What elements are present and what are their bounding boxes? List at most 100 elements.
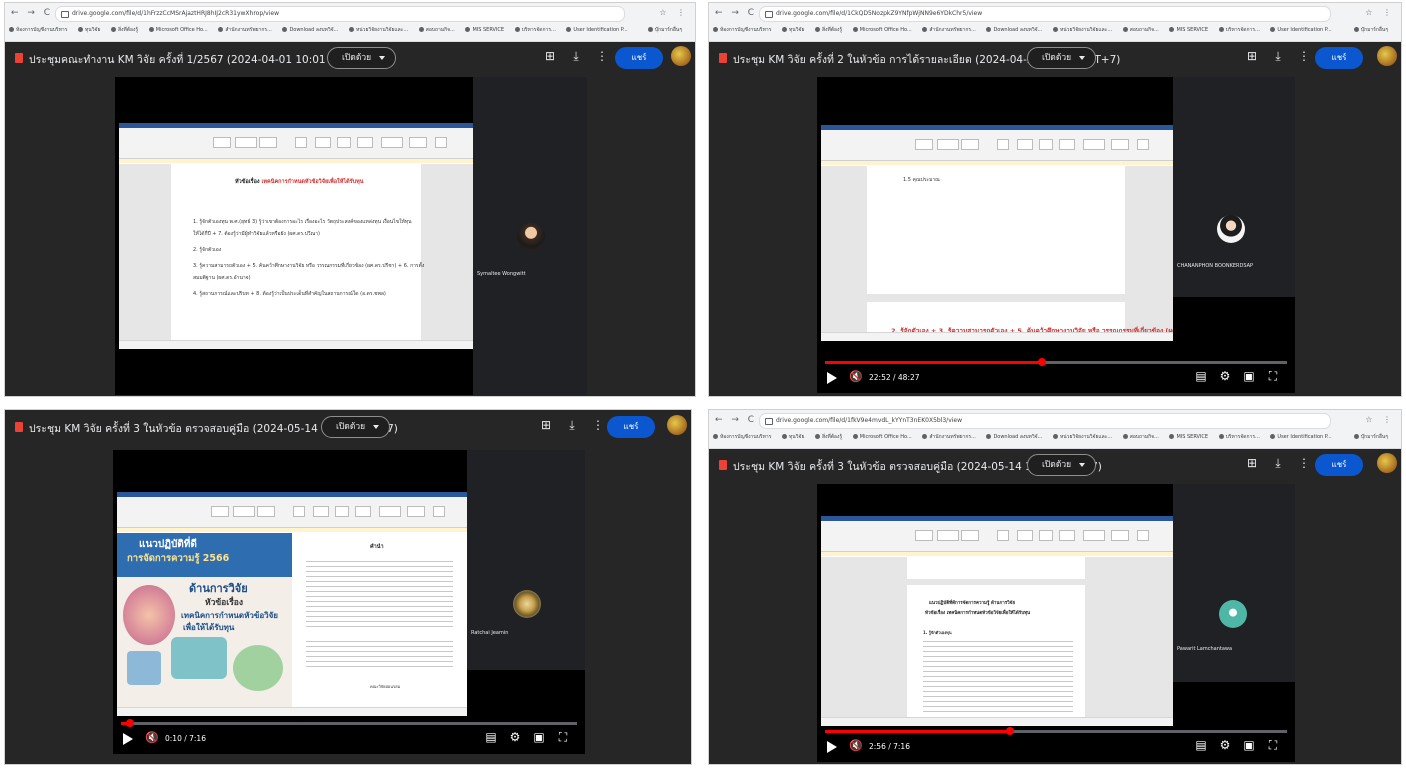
add-comment-icon[interactable]: ⊞ (1239, 456, 1265, 470)
browser-nav-buttons[interactable]: ← → C (715, 415, 757, 425)
add-comment-icon[interactable]: ⊞ (1239, 49, 1265, 63)
open-with-button[interactable]: เปิดด้วย (1027, 454, 1097, 476)
video-player[interactable]: 1.5 คุณประมาณ 2. รู้จักตัวเอง + 3. รู้คว… (817, 77, 1295, 393)
fullscreen-icon[interactable]: ⛶ (551, 730, 575, 745)
bookmark-item[interactable]: MIS SERVICE (1169, 434, 1208, 440)
bookmark-item[interactable]: Download ลงบทวิจั... (986, 434, 1042, 440)
add-comment-icon[interactable]: ⊞ (533, 418, 559, 432)
bookmark-item[interactable]: หน่วยวิจัยงานวิจัยและ... (1053, 434, 1112, 440)
seek-bar[interactable] (121, 719, 577, 727)
seek-handle[interactable] (1038, 358, 1047, 366)
video-player[interactable]: แนวปฏิบัติที่ดี การจัดการความรู้ 2566 ด้… (113, 450, 585, 754)
bookmark-item[interactable]: สิ่งที่ต้องรู้ (111, 27, 138, 33)
bookmark-item[interactable]: ห้องการบัญชีงานบริหาร (9, 27, 67, 33)
account-avatar[interactable] (1377, 453, 1397, 473)
account-avatar[interactable] (1377, 46, 1397, 66)
bookmark-item[interactable]: หน่วยวิจัยงานวิจัยและ... (1053, 27, 1112, 33)
fullscreen-icon[interactable]: ⛶ (1261, 738, 1285, 753)
address-bar[interactable]: drive.google.com/file/d/1fkV9e4mvdL_kYYn… (759, 413, 1331, 429)
bookmark-item[interactable]: Microsoft Office Ho... (853, 434, 912, 440)
captions-icon[interactable]: ▤ (1189, 369, 1213, 383)
bookmark-item[interactable]: บริหารจัดการ... (1219, 27, 1260, 33)
share-button[interactable]: แชร์ (1315, 47, 1363, 69)
bookmark-item[interactable]: บริหารจัดการ... (515, 27, 556, 33)
account-avatar[interactable] (671, 46, 691, 66)
bookmark-item[interactable]: บริหารจัดการ... (1219, 434, 1260, 440)
share-button[interactable]: แชร์ (615, 47, 663, 69)
download-icon[interactable]: ⤓ (559, 418, 585, 433)
play-icon[interactable] (123, 733, 133, 745)
recording-panel-2: ← → C drive.google.com/file/d/1CkQD5Nozp… (708, 2, 1402, 397)
fullscreen-icon[interactable]: ⛶ (1261, 369, 1285, 384)
bookmark-item[interactable]: สำนักงานทรัพยากร... (218, 27, 271, 33)
more-options-icon[interactable]: ⋮ (589, 49, 615, 63)
bookmark-item[interactable]: MIS SERVICE (1169, 27, 1208, 33)
mute-icon[interactable]: 🔇 (849, 370, 863, 383)
more-options-icon[interactable]: ⋮ (1291, 456, 1317, 470)
video-player[interactable]: แนวปฏิบัติที่ดีการจัดการความรู้ ด้านการว… (817, 484, 1295, 762)
browser-nav-buttons[interactable]: ← → C (715, 8, 757, 18)
bookmark-item[interactable]: Microsoft Office Ho... (149, 27, 208, 33)
address-bar[interactable]: drive.google.com/file/d/1hFrzzCcMSrAjazt… (55, 6, 625, 22)
bookmark-item[interactable]: สอบถามกิจ... (1123, 27, 1159, 33)
bookmark-item[interactable]: สอบถามกิจ... (1123, 434, 1159, 440)
seek-bar[interactable] (825, 358, 1287, 366)
bookmark-item[interactable]: สอบถามกิจ... (419, 27, 455, 33)
browser-nav-buttons[interactable]: ← → C (11, 8, 53, 18)
bookmark-item[interactable]: User Identification P... (566, 27, 627, 33)
browser-toolbar-icons[interactable]: ☆ ⋮ (1365, 8, 1395, 17)
bookmark-item[interactable]: สิ่งที่ต้องรู้ (815, 27, 842, 33)
video-player[interactable]: หัวข้อเรื่อง เทคนิคการกำหนดหัวข้อวิจัยเพ… (115, 77, 587, 395)
mute-icon[interactable]: 🔇 (849, 739, 863, 752)
share-button[interactable]: แชร์ (1315, 454, 1363, 476)
bookmark-item[interactable]: ทุนวิจัย (782, 434, 804, 440)
settings-icon[interactable]: ⚙ (503, 730, 527, 744)
browser-toolbar-icons[interactable]: ☆ ⋮ (659, 8, 689, 17)
download-icon[interactable]: ⤓ (1265, 49, 1291, 64)
bookmark-item[interactable]: User Identification P... (1270, 434, 1331, 440)
captions-icon[interactable]: ▤ (1189, 738, 1213, 752)
bookmark-item[interactable]: ห้องการบัญชีงานบริหาร (713, 434, 771, 440)
bookmark-item[interactable]: สำนักงานทรัพยากร... (922, 434, 975, 440)
bookmark-item[interactable]: ทุนวิจัย (782, 27, 804, 33)
bookmark-item[interactable]: Download ลงบทวิจั... (986, 27, 1042, 33)
bookmark-item[interactable]: สำนักงานทรัพยากร... (922, 27, 975, 33)
seek-bar[interactable] (825, 727, 1287, 735)
doc-signoff: คณะวิจัยอ่อนรสม (370, 684, 401, 689)
download-icon[interactable]: ⤓ (563, 49, 589, 64)
add-comment-icon[interactable]: ⊞ (537, 49, 563, 63)
share-button[interactable]: แชร์ (607, 416, 655, 438)
settings-icon[interactable]: ⚙ (1213, 738, 1237, 752)
address-bar[interactable]: drive.google.com/file/d/1CkQD5NozpkZ9YNf… (759, 6, 1331, 22)
bookmark-item[interactable]: Microsoft Office Ho... (853, 27, 912, 33)
open-with-button[interactable]: เปิดด้วย (321, 416, 391, 438)
bookmark-item[interactable]: Download ลงบทวิจั... (282, 27, 338, 33)
bookmark-item[interactable]: สิ่งที่ต้องรู้ (815, 434, 842, 440)
browser-toolbar-icons[interactable]: ☆ ⋮ (1365, 415, 1395, 424)
miniplayer-icon[interactable]: ▣ (527, 730, 551, 744)
account-avatar[interactable] (667, 415, 687, 435)
drive-viewer-header: ประชุมคณะทำงาน KM วิจัย ครั้งที่ 1/2567 … (5, 41, 695, 75)
bookmark-item[interactable]: หน่วยวิจัยงานวิจัยและ... (349, 27, 408, 33)
mute-icon[interactable]: 🔇 (145, 731, 159, 744)
bookmark-item[interactable]: User Identification P... (1270, 27, 1331, 33)
more-options-icon[interactable]: ⋮ (1291, 49, 1317, 63)
settings-icon[interactable]: ⚙ (1213, 369, 1237, 383)
bookmark-item[interactable]: MIS SERVICE (465, 27, 504, 33)
other-bookmarks-folder[interactable]: บุ๊กมาร์กอื่นๆ (643, 24, 682, 37)
bookmark-item[interactable]: ห้องการบัญชีงานบริหาร (713, 27, 771, 33)
open-with-button[interactable]: เปิดด้วย (1027, 47, 1097, 69)
other-bookmarks-folder[interactable]: บุ๊กมาร์กอื่นๆ (1349, 24, 1388, 37)
miniplayer-icon[interactable]: ▣ (1237, 738, 1261, 752)
word-status-bar (117, 707, 467, 716)
seek-handle[interactable] (126, 719, 135, 727)
bookmark-item[interactable]: ทุนวิจัย (78, 27, 100, 33)
download-icon[interactable]: ⤓ (1265, 456, 1291, 471)
play-icon[interactable] (827, 372, 837, 384)
play-icon[interactable] (827, 741, 837, 753)
seek-handle[interactable] (1005, 727, 1014, 735)
other-bookmarks-folder[interactable]: บุ๊กมาร์กอื่นๆ (1349, 431, 1388, 444)
open-with-button[interactable]: เปิดด้วย (327, 47, 397, 69)
captions-icon[interactable]: ▤ (479, 730, 503, 744)
miniplayer-icon[interactable]: ▣ (1237, 369, 1261, 383)
